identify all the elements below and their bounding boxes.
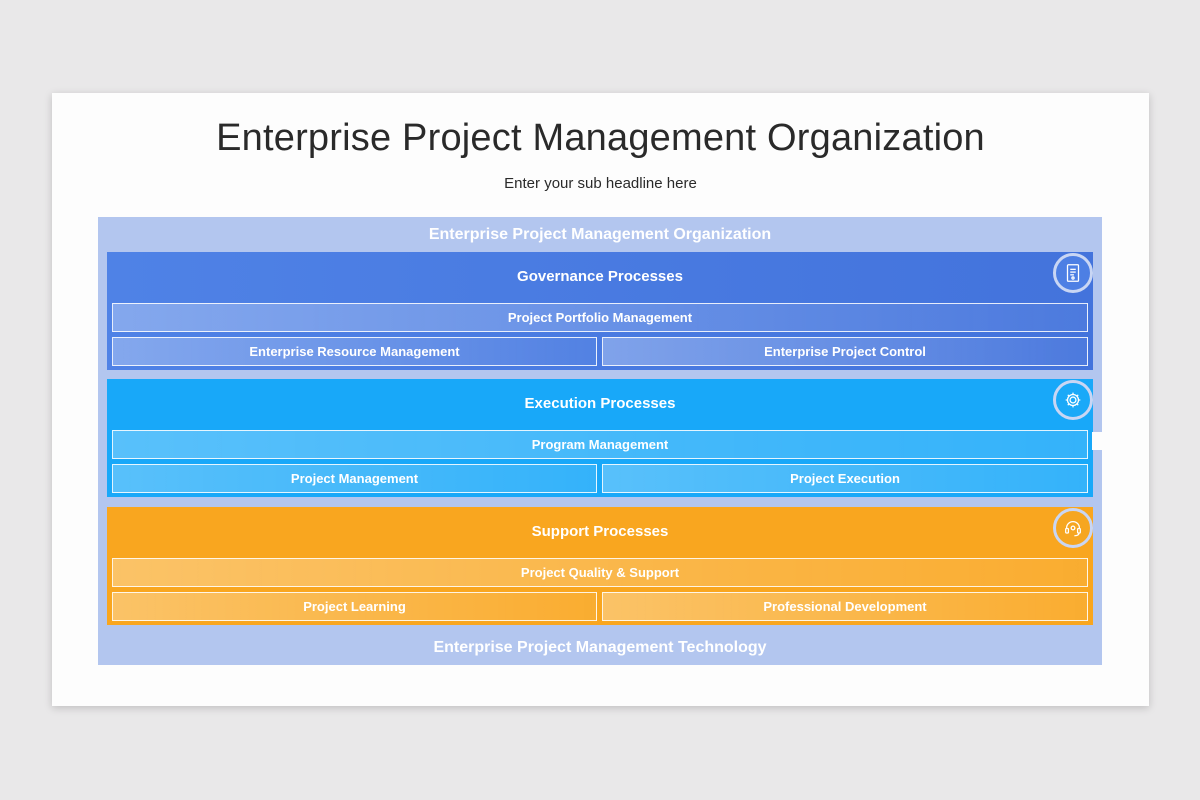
slide: Enterprise Project Management Organizati… [52,93,1149,706]
page-subtitle: Enter your sub headline here [504,175,697,192]
headset-support-icon [1053,508,1093,548]
box-project-management: Project Management [112,464,597,493]
box-project-execution: Project Execution [602,464,1088,493]
page-title: Enterprise Project Management Organizati… [216,117,985,159]
frame-header: Enterprise Project Management Organizati… [428,226,772,243]
document-icon [1053,253,1093,293]
box-professional-development: Professional Development [602,592,1088,621]
band-title: Support Processes [531,523,669,540]
box-project-portfolio-management: Project Portfolio Management [112,303,1088,332]
box-project-learning: Project Learning [112,592,597,621]
band-execution: Execution Processes Program Management P… [107,379,1093,497]
box-enterprise-resource-management: Enterprise Resource Management [112,337,597,366]
frame-notch [1092,432,1104,450]
box-program-management: Program Management [112,430,1088,459]
band-title: Governance Processes [517,268,683,285]
gear-icon [1053,380,1093,420]
box-project-quality-support: Project Quality & Support [112,558,1088,587]
band-governance: Governance Processes Project Portfolio M… [107,252,1093,370]
organization-frame: Enterprise Project Management Organizati… [98,217,1102,665]
box-enterprise-project-control: Enterprise Project Control [602,337,1088,366]
frame-footer: Enterprise Project Management Technology [433,639,767,656]
band-title: Execution Processes [524,395,676,412]
band-support: Support Processes Project Quality & Supp… [107,507,1093,625]
